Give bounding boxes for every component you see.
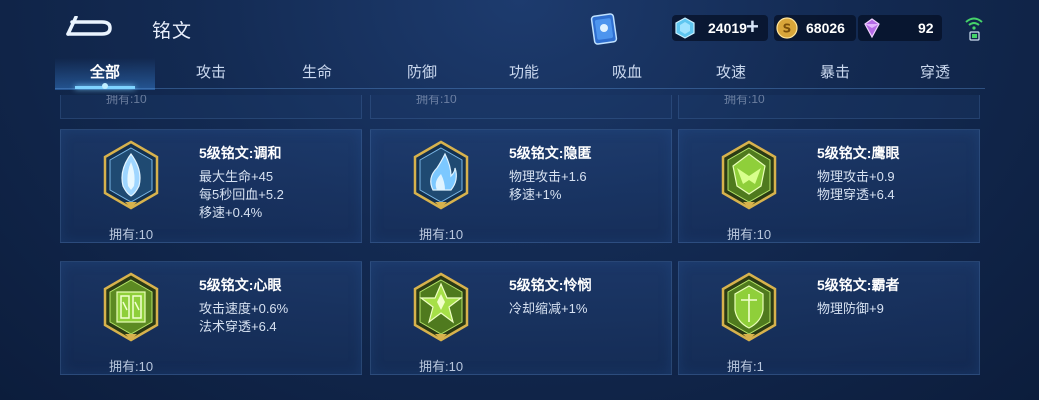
inscription-name: 5级铭文:怜悯	[509, 277, 592, 293]
inscription-stat: 物理穿透+6.4	[817, 187, 895, 202]
green-eagle-gem-icon	[721, 140, 777, 210]
tab-indicator-dot	[102, 83, 108, 89]
tab-utility[interactable]: 功能	[474, 58, 574, 90]
inscription-stat: 攻击速度+0.6%	[199, 301, 289, 316]
inscription-card[interactable]: 5级铭文:霸者 物理防御+9 拥有:1	[678, 261, 980, 375]
page-title: 铭文	[152, 21, 193, 42]
inscription-name: 5级铭文:鹰眼	[817, 145, 900, 161]
inscription-stat: 最大生命+45	[199, 169, 274, 184]
inscription-stat: 移速+0.4%	[199, 205, 263, 220]
add-diamond-button[interactable]: +	[746, 16, 764, 38]
tab-lifesteal[interactable]: 吸血	[577, 58, 677, 90]
inscription-card[interactable]: 5级铭文:怜悯 冷却缩减+1% 拥有:10	[370, 261, 672, 375]
green-star-gem-icon	[413, 272, 469, 342]
inscription-stat: 物理攻击+1.6	[509, 169, 587, 184]
inscription-card[interactable]: 5级铭文:调和 最大生命+45 每5秒回血+5.2 移速+0.4% 拥有:10	[60, 129, 362, 243]
inscription-stat: 移速+1%	[509, 187, 562, 202]
owned-count: 拥有:10	[419, 359, 464, 374]
inscription-stat: 物理防御+9	[817, 301, 884, 316]
partial-card[interactable]: 拥有:10	[60, 95, 362, 119]
inscription-stat: 物理攻击+0.9	[817, 169, 895, 184]
crystal-counter: 92	[858, 15, 942, 41]
owned-count: 拥有:10	[727, 227, 772, 242]
inscription-card[interactable]: 5级铭文:隐匿 物理攻击+1.6 移速+1% 拥有:10	[370, 129, 672, 243]
blue-gem-icon	[103, 140, 159, 210]
tab-crit[interactable]: 暴击	[785, 58, 885, 90]
blue-flame-gem-icon	[413, 140, 469, 210]
top-bar: 铭文 24019 + S 68026 92	[0, 0, 1039, 58]
green-shield-gem-icon	[721, 272, 777, 342]
tab-attack[interactable]: 攻击	[161, 58, 261, 90]
tab-attack-speed[interactable]: 攻速	[681, 58, 781, 90]
inscription-name: 5级铭文:霸者	[817, 277, 900, 293]
partial-card[interactable]: 拥有:10	[678, 95, 980, 119]
tab-hp[interactable]: 生命	[267, 58, 367, 90]
gold-value: 68026	[806, 20, 845, 36]
partial-card[interactable]: 拥有:10	[370, 95, 672, 119]
inscription-stat: 冷却缩减+1%	[509, 301, 588, 316]
gold-counter: S 68026	[774, 15, 856, 41]
green-gate-gem-icon	[103, 272, 159, 342]
tab-penetration[interactable]: 穿透	[885, 58, 985, 90]
owned-count: 拥有:10	[109, 359, 154, 374]
crystal-value: 92	[918, 20, 934, 36]
inscription-list[interactable]: 拥有:10 拥有:10 拥有:10 5级铭文:调和 最大生命+45 每5秒回血+…	[60, 95, 980, 400]
wifi-battery-icon	[965, 17, 983, 41]
inscription-stat: 每5秒回血+5.2	[199, 187, 284, 202]
owned-count: 拥有:1	[727, 359, 764, 374]
back-arrow-icon[interactable]	[62, 16, 114, 40]
diamond-icon	[675, 17, 695, 39]
inscription-stat: 法术穿透+6.4	[199, 319, 277, 334]
partial-row: 拥有:10 拥有:10 拥有:10	[60, 95, 980, 119]
inscription-card[interactable]: 5级铭文:鹰眼 物理攻击+0.9 物理穿透+6.4 拥有:10	[678, 129, 980, 243]
svg-text:S: S	[783, 22, 792, 36]
tab-divider	[55, 88, 985, 89]
tab-defense[interactable]: 防御	[372, 58, 472, 90]
purple-crystal-icon	[864, 18, 880, 39]
owned-count: 拥有:10	[109, 227, 154, 242]
inscription-book-icon[interactable]	[587, 12, 621, 46]
diamond-value: 24019	[708, 20, 747, 36]
inscription-card[interactable]: 5级铭文:心眼 攻击速度+0.6% 法术穿透+6.4 拥有:10	[60, 261, 362, 375]
gold-coin-icon: S	[776, 17, 798, 39]
owned-count: 拥有:10	[419, 227, 464, 242]
category-tabs: 全部 攻击 生命 防御 功能 吸血 攻速 暴击 穿透	[55, 58, 985, 90]
inscription-name: 5级铭文:调和	[199, 145, 282, 161]
inscription-name: 5级铭文:隐匿	[509, 145, 592, 161]
inscription-name: 5级铭文:心眼	[199, 277, 282, 293]
